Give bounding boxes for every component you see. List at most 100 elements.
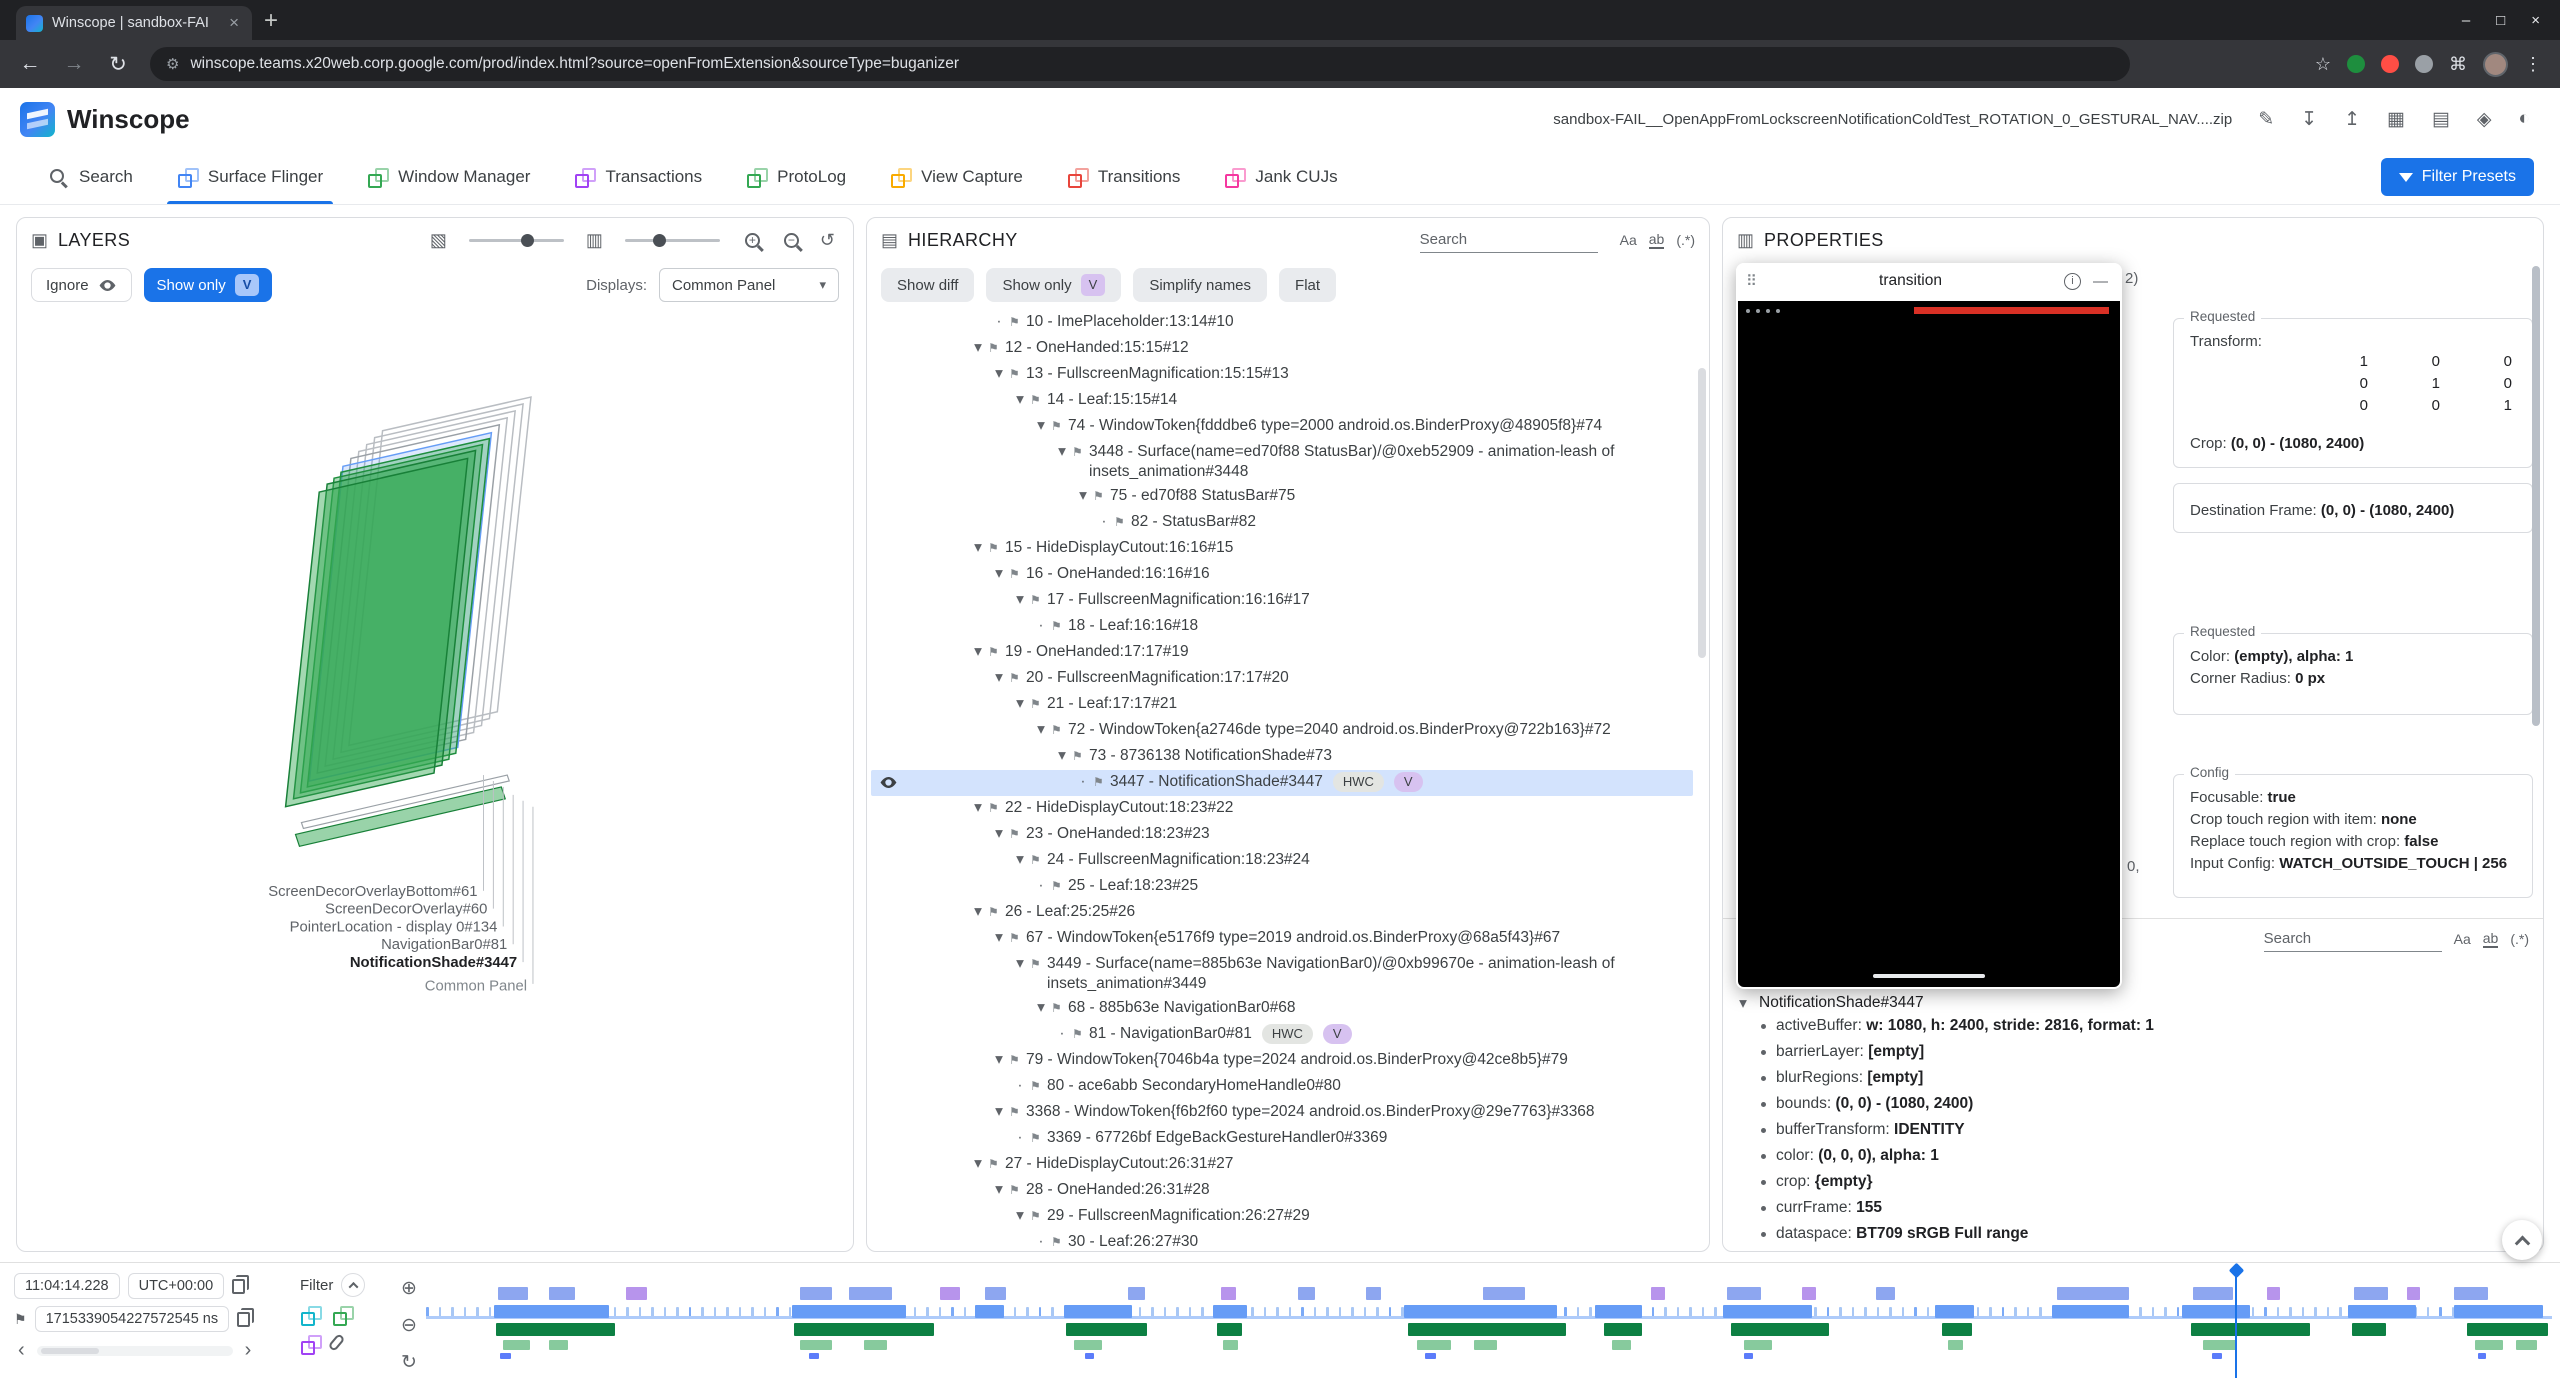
viewcapture-track-bar[interactable] [1744, 1340, 1772, 1350]
surfaceflinger-track-bar[interactable] [1595, 1305, 1642, 1318]
nav-tab-transitions[interactable]: Transitions [1045, 150, 1203, 204]
hierarchy-node[interactable]: ▾⚑14 - Leaf:15:15#14 [871, 388, 1693, 414]
docs-icon[interactable]: ▤ [2432, 108, 2450, 131]
viewcapture-track-bar[interactable] [1223, 1340, 1238, 1350]
protolog-track-bar[interactable] [2212, 1353, 2223, 1359]
timeline-zoom-out-icon[interactable]: ⊖ [401, 1314, 417, 1337]
transition-track-bar[interactable] [1876, 1287, 1895, 1300]
minimize-icon[interactable]: — [2089, 273, 2112, 290]
nav-tab-transactions[interactable]: Transactions [552, 150, 724, 204]
windowmanager-track-bar[interactable] [1217, 1323, 1243, 1336]
surfaceflinger-track-bar[interactable] [2454, 1305, 2543, 1318]
property-row[interactable]: color: (0, 0, 0), alpha: 1 [1733, 1146, 2533, 1172]
url-bar[interactable]: ⚙ winscope.teams.x20web.corp.google.com/… [150, 47, 2130, 81]
transition-track-bar[interactable] [1727, 1287, 1761, 1300]
transition-track-bar[interactable] [2454, 1287, 2488, 1300]
show-diff-toggle[interactable]: Show diff [881, 268, 974, 302]
expand-arrow-icon[interactable]: ▾ [989, 1050, 1009, 1070]
edit-icon[interactable]: ✎ [2258, 108, 2274, 131]
expand-arrow-icon[interactable]: ▾ [1073, 486, 1093, 506]
regex-icon[interactable]: (.*) [2510, 931, 2529, 947]
expand-arrow-icon[interactable]: ▾ [989, 564, 1009, 584]
timezone-field[interactable]: UTC+00:00 [128, 1273, 225, 1299]
windowmanager-track-bar[interactable] [2467, 1323, 2548, 1336]
match-case-icon[interactable]: Aa [1620, 232, 1637, 248]
layer-label-selected[interactable]: NotificationShade#3447 [350, 955, 517, 971]
viewcapture-track-bar[interactable] [2203, 1340, 2237, 1350]
match-case-icon[interactable]: Aa [2454, 931, 2471, 947]
expand-arrow-icon[interactable]: ▾ [968, 798, 988, 818]
property-row[interactable]: dataspace: BT709 sRGB Full range [1733, 1224, 2533, 1250]
windowmanager-track-bar[interactable] [2191, 1323, 2310, 1336]
expand-arrow-icon[interactable]: ▾ [968, 338, 988, 358]
hierarchy-node[interactable]: ·⚑80 - ace6abb SecondaryHomeHandle0#80 [871, 1074, 1693, 1100]
protolog-track-bar[interactable] [1425, 1353, 1436, 1359]
window-maximize-icon[interactable]: □ [2496, 12, 2505, 29]
hierarchy-node[interactable]: ▾⚑24 - FullscreenMagnification:18:23#24 [871, 848, 1693, 874]
timestamp-ns-field[interactable]: 1715339054227572545 ns [35, 1306, 230, 1332]
hierarchy-node[interactable]: ▾⚑15 - HideDisplayCutout:16:16#15 [871, 536, 1693, 562]
displays-select[interactable]: Common Panel ▾ [659, 268, 839, 302]
extension-red-icon[interactable] [2381, 55, 2399, 73]
surfaceflinger-track-bar[interactable] [2182, 1305, 2250, 1318]
hierarchy-scrollbar[interactable] [1698, 368, 1706, 658]
transition-track-bar[interactable] [985, 1287, 1006, 1300]
surfaceflinger-track-bar[interactable] [1213, 1305, 1247, 1318]
expand-arrow-icon[interactable]: ▾ [968, 1154, 988, 1174]
property-row[interactable]: bufferTransform: IDENTITY [1733, 1120, 2533, 1146]
property-row[interactable]: blurRegions: [empty] [1733, 1068, 2533, 1094]
expand-arrow-icon[interactable]: ▾ [1010, 390, 1030, 410]
hierarchy-panel-icon[interactable]: ▤ [881, 230, 898, 251]
layer-label[interactable]: ScreenDecorOverlayBottom#61 [268, 884, 477, 900]
windowmanager-track-bar[interactable] [1942, 1323, 1972, 1336]
transition-track-alt-bar[interactable] [626, 1287, 647, 1300]
match-word-icon[interactable]: ab [1649, 231, 1665, 249]
browser-menu-icon[interactable]: ⋮ [2524, 54, 2542, 75]
nav-tab-surface-flinger[interactable]: Surface Flinger [155, 150, 345, 204]
timeline-prev-button[interactable]: ‹ [14, 1339, 29, 1362]
spacing-slider[interactable] [625, 239, 720, 242]
window-close-icon[interactable]: × [2531, 12, 2540, 29]
viewcapture-track-bar[interactable] [864, 1340, 887, 1350]
wm-trace-filter-icon[interactable] [332, 1305, 352, 1325]
expand-arrow-icon[interactable]: ▾ [989, 1180, 1009, 1200]
property-row[interactable]: barrierLayer: [empty] [1733, 1042, 2533, 1068]
hierarchy-node[interactable]: ▾⚑13 - FullscreenMagnification:15:15#13 [871, 362, 1693, 388]
expand-arrow-icon[interactable]: ▾ [1010, 954, 1030, 974]
hierarchy-node[interactable]: ▾⚑28 - OneHanded:26:31#28 [871, 1178, 1693, 1204]
hierarchy-node[interactable]: ▾⚑16 - OneHanded:16:16#16 [871, 562, 1693, 588]
bug-report-icon[interactable]: ◈ [2477, 108, 2492, 131]
transition-track-alt-bar[interactable] [940, 1287, 959, 1300]
scroll-top-button[interactable] [2502, 1220, 2542, 1260]
hierarchy-node[interactable]: ·⚑10 - ImePlaceholder:13:14#10 [871, 310, 1693, 336]
expand-arrow-icon[interactable]: ▾ [1010, 590, 1030, 610]
expand-arrow-icon[interactable]: ▾ [1031, 720, 1051, 740]
property-row[interactable]: currFrame: 155 [1733, 1198, 2533, 1224]
properties-panel-icon[interactable]: ▥ [1737, 230, 1754, 251]
hierarchy-node[interactable]: ▾⚑23 - OneHanded:18:23#23 [871, 822, 1693, 848]
tab-close-icon[interactable]: × [226, 13, 242, 33]
hierarchy-node[interactable]: ▾⚑22 - HideDisplayCutout:18:23#22 [871, 796, 1693, 822]
overlay-titlebar[interactable]: ⠿ transition i — [1736, 263, 2122, 299]
hierarchy-node[interactable]: ▾⚑67 - WindowToken{e5176f9 type=2019 and… [871, 926, 1693, 952]
hierarchy-node[interactable]: ▾⚑20 - FullscreenMagnification:17:17#20 [871, 666, 1693, 692]
current-time-field[interactable]: 11:04:14.228 [14, 1273, 120, 1299]
surfaceflinger-track-bar[interactable] [2052, 1305, 2129, 1318]
site-settings-icon[interactable]: ⚙ [166, 55, 179, 73]
surfaceflinger-track-bar[interactable] [494, 1305, 609, 1318]
timeline-canvas[interactable] [426, 1263, 2552, 1392]
dashboard-icon[interactable]: ▦ [2387, 108, 2405, 131]
property-row[interactable]: crop: {empty} [1733, 1172, 2533, 1198]
back-icon[interactable]: ← [12, 52, 48, 76]
theme-toggle-icon[interactable]: ◐ [2519, 108, 2530, 131]
surfaceflinger-track-bar[interactable] [2348, 1305, 2416, 1318]
hierarchy-node[interactable]: ·⚑30 - Leaf:26:27#30 [871, 1230, 1693, 1247]
transition-track-alt-bar[interactable] [1651, 1287, 1666, 1300]
hierarchy-node[interactable]: ▾⚑19 - OneHanded:17:17#19 [871, 640, 1693, 666]
surfaceflinger-track-bar[interactable] [975, 1305, 1005, 1318]
simplify-names-toggle[interactable]: Simplify names [1133, 268, 1267, 302]
protolog-track-bar[interactable] [809, 1353, 820, 1359]
transition-track-bar[interactable] [1366, 1287, 1381, 1300]
viewcapture-track-bar[interactable] [1948, 1340, 1963, 1350]
hierarchy-node[interactable]: ·⚑25 - Leaf:18:23#25 [871, 874, 1693, 900]
